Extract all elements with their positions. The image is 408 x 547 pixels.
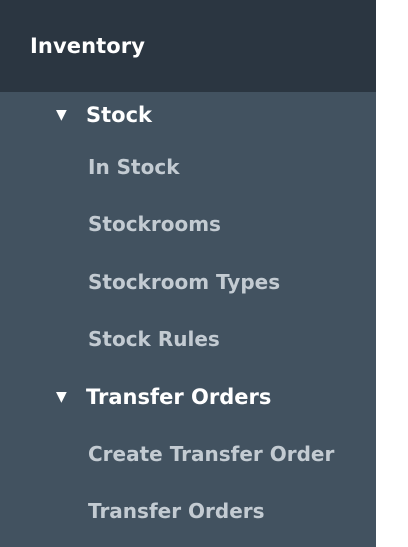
nav-item-in-stock[interactable]: In Stock <box>0 138 376 196</box>
group-label-stock: Stock <box>86 103 153 127</box>
nav-item-stock-rules[interactable]: Stock Rules <box>0 311 376 369</box>
expand-triangle-icon: ▼ <box>56 107 67 123</box>
nav-item-label: Create Transfer Order <box>88 441 335 466</box>
nav-header-title: Inventory <box>30 34 146 58</box>
group-transfer-orders[interactable]: ▼ Transfer Orders <box>0 368 376 425</box>
nav-item-stockroom-types[interactable]: Stockroom Types <box>0 253 376 311</box>
page-background <box>376 0 408 547</box>
expand-triangle-icon: ▼ <box>56 388 67 405</box>
nav-item-label: Stockrooms <box>88 212 221 237</box>
group-stock[interactable]: ▼ Stock <box>0 92 376 138</box>
nav-item-label: Transfer Orders <box>88 499 265 524</box>
inventory-nav-panel: Inventory ▼ Stock In Stock Stockrooms St… <box>0 0 376 547</box>
nav-header[interactable]: Inventory <box>0 0 376 92</box>
nav-item-stockrooms[interactable]: Stockrooms <box>0 196 376 254</box>
nav-item-label: Stock Rules <box>88 327 220 352</box>
nav-item-create-transfer-order[interactable]: Create Transfer Order <box>0 425 376 483</box>
nav-item-label: Stockroom Types <box>88 269 281 294</box>
nav-item-label: In Stock <box>88 154 180 179</box>
nav-item-transfer-orders[interactable]: Transfer Orders <box>0 483 376 541</box>
group-label-transfer-orders: Transfer Orders <box>86 384 272 409</box>
